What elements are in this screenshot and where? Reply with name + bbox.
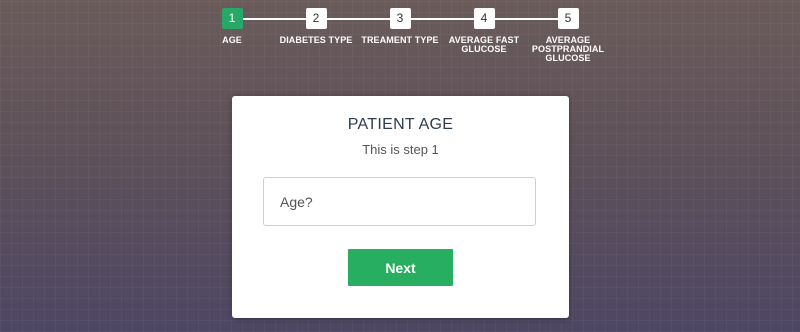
step-number[interactable]: 3 [389, 8, 411, 29]
card-subtitle: This is step 1 [362, 142, 439, 157]
patient-age-card: PATIENT AGE This is step 1 Next [232, 96, 569, 318]
step-label: AVERAGE POSTPRANDIAL GLUCOSE [531, 35, 605, 63]
next-button[interactable]: Next [348, 249, 453, 286]
step-number[interactable]: 5 [557, 8, 579, 29]
step-number[interactable]: 2 [305, 8, 327, 29]
step-average-postprandial-glucose[interactable]: 5 AVERAGE POSTPRANDIAL GLUCOSE [508, 8, 628, 63]
step-number[interactable]: 1 [221, 8, 243, 29]
card-title: PATIENT AGE [347, 116, 454, 133]
age-input[interactable] [263, 177, 536, 226]
step-number[interactable]: 4 [473, 8, 495, 29]
progress-stepper: 1 AGE 2 DIABETES TYPE 3 TREAMENT TYPE 4 … [0, 0, 800, 70]
